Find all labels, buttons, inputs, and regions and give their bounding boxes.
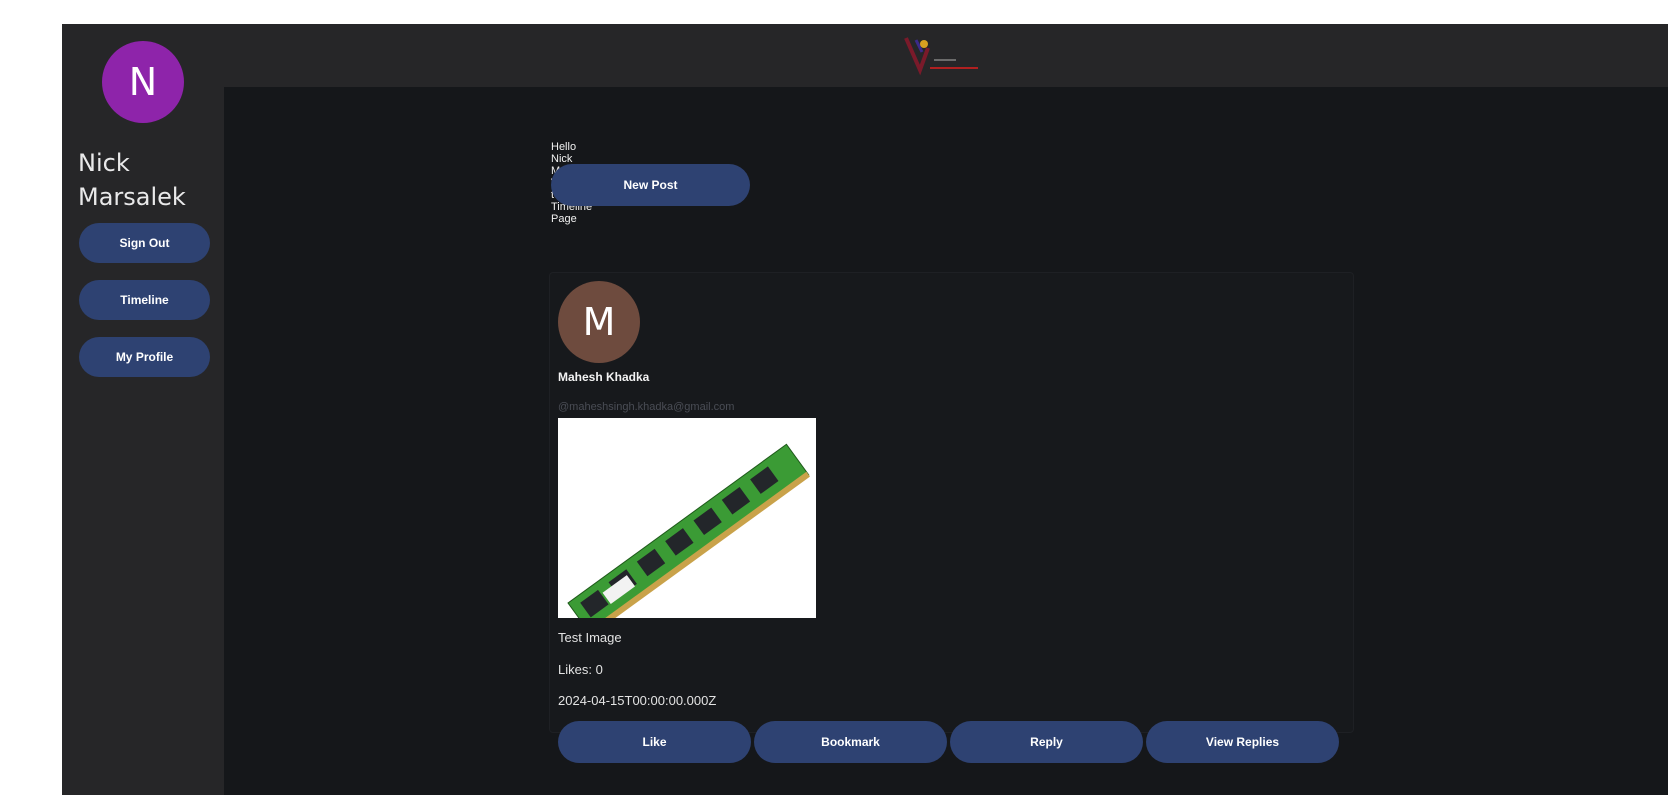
post-author-avatar: M	[558, 281, 640, 363]
post-caption: Test Image	[558, 630, 622, 645]
user-avatar-letter: N	[128, 60, 158, 104]
sidebar: N Nick Marsalek Sign Out Timeline My Pro…	[62, 24, 224, 795]
like-button[interactable]: Like	[558, 721, 751, 763]
view-replies-button[interactable]: View Replies	[1146, 721, 1339, 763]
reply-button[interactable]: Reply	[950, 721, 1143, 763]
post-timestamp: 2024-04-15T00:00:00.000Z	[558, 693, 717, 708]
my-profile-button[interactable]: My Profile	[79, 337, 210, 377]
timeline-button[interactable]: Timeline	[79, 280, 210, 320]
top-header	[224, 24, 1668, 87]
new-post-button[interactable]: New Post	[551, 164, 750, 206]
post-likes: Likes: 0	[558, 662, 603, 677]
bookmark-button[interactable]: Bookmark	[754, 721, 947, 763]
user-avatar: N	[102, 41, 184, 123]
post-avatar-letter: M	[582, 300, 616, 344]
post-actions: Like Bookmark Reply View Replies	[558, 721, 1343, 763]
sign-out-button[interactable]: Sign Out	[79, 223, 210, 263]
post-author-handle: @maheshsingh.khadka@gmail.com	[558, 401, 735, 413]
post-card: M Mahesh Khadka @maheshsingh.khadka@gmai…	[549, 272, 1354, 763]
brand-logo-icon[interactable]	[896, 30, 988, 80]
user-name: Nick Marsalek	[78, 149, 186, 211]
app-window: N Nick Marsalek Sign Out Timeline My Pro…	[62, 24, 1668, 795]
post-author-name: Mahesh Khadka	[558, 370, 650, 384]
ram-module-image	[558, 418, 816, 618]
